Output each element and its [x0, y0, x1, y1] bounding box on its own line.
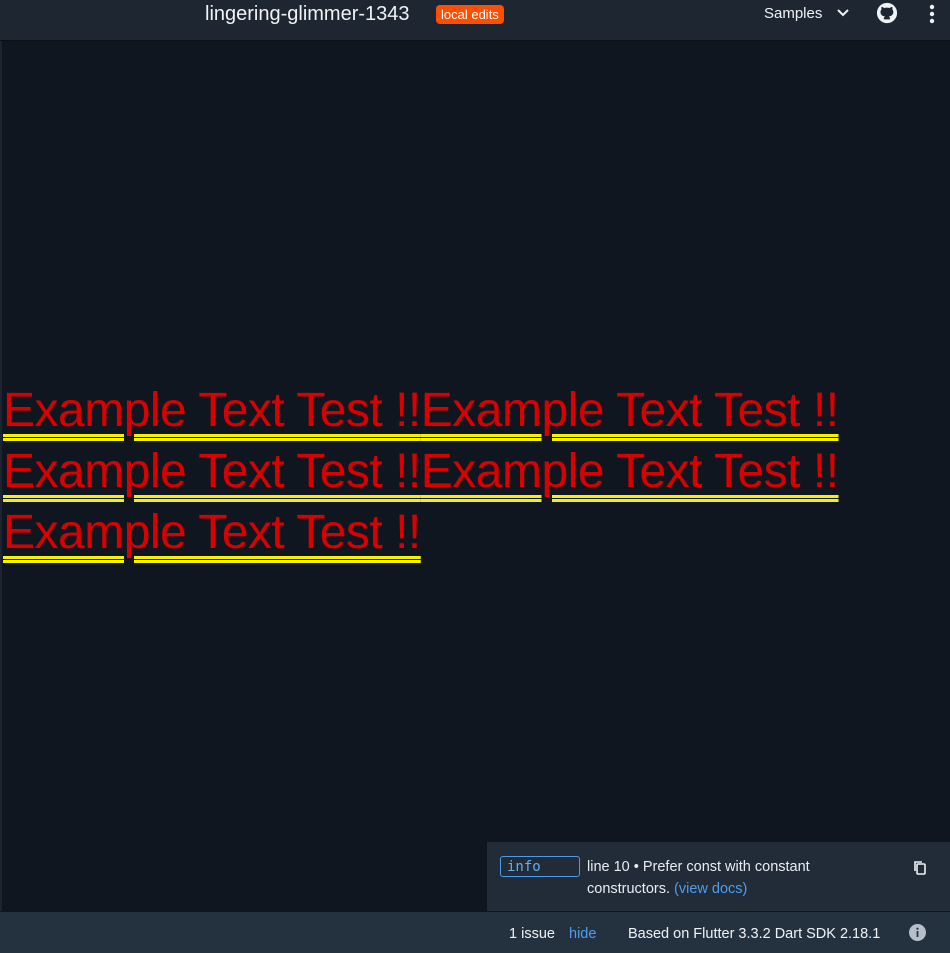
project-title[interactable]: lingering-glimmer-1343: [205, 3, 410, 26]
severity-tag: info: [500, 856, 580, 877]
info-icon[interactable]: [909, 924, 926, 941]
issue-message[interactable]: line 10 • Prefer const with constant con…: [587, 856, 857, 900]
output-text-item: Example Text Test !!: [3, 384, 421, 437]
top-app-bar: lingering-glimmer-1343 local edits Sampl…: [0, 0, 950, 41]
github-icon[interactable]: [876, 2, 898, 24]
copy-icon[interactable]: [913, 860, 927, 876]
output-text-item: Example Text Test !!: [420, 384, 839, 437]
output-text-item: Example Text Test !!: [3, 506, 421, 559]
issues-panel: info line 10 • Prefer const with constan…: [487, 842, 950, 911]
view-docs-link[interactable]: (view docs): [674, 881, 747, 897]
hide-issues-button[interactable]: hide: [569, 926, 596, 942]
sdk-version: Based on Flutter 3.3.2 Dart SDK 2.18.1: [628, 926, 881, 942]
issue-count: 1 issue: [509, 926, 555, 942]
samples-menu-button[interactable]: Samples: [764, 5, 822, 22]
app-output-text: Example Text Test !!Example Text Test !!…: [3, 380, 943, 563]
editor-divider[interactable]: [0, 41, 2, 911]
status-bar: 1 issue hide Based on Flutter 3.3.2 Dart…: [0, 912, 950, 953]
chevron-down-icon[interactable]: [836, 7, 850, 19]
local-edits-badge: local edits: [436, 5, 504, 24]
output-text-item: Example Text Test !!: [3, 445, 421, 498]
output-text-item: Example Text Test !!: [420, 445, 839, 498]
more-vert-icon[interactable]: [924, 2, 940, 26]
